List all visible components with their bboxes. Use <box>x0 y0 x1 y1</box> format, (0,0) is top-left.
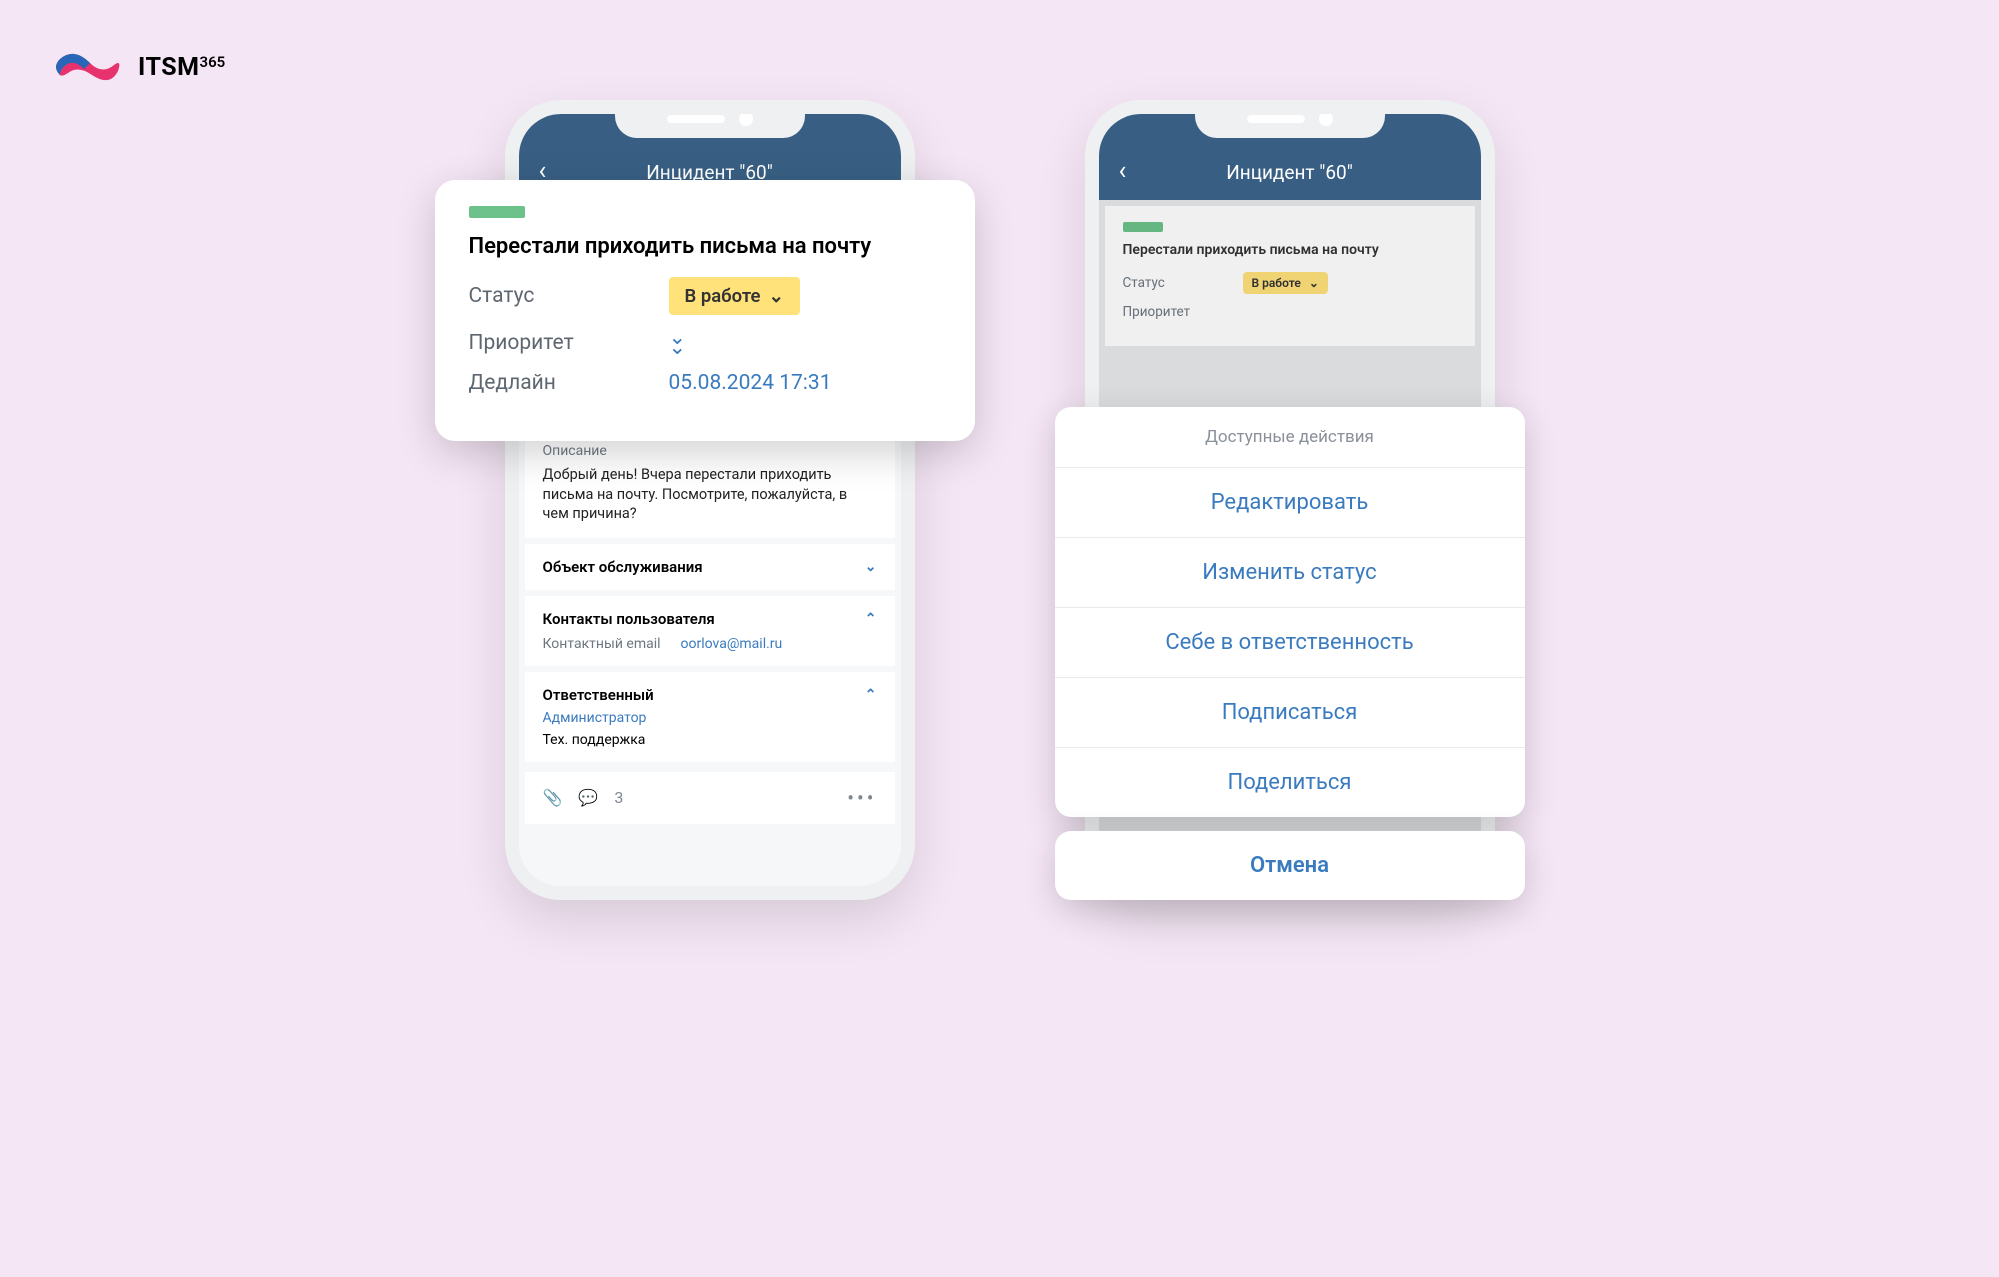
comments-count: 3 <box>614 788 623 807</box>
contact-email-value[interactable]: oorlova@mail.ru <box>681 636 783 652</box>
chevron-up-icon: ⌃ <box>865 612 877 626</box>
status-label: Статус <box>469 284 669 308</box>
action-share[interactable]: Поделиться <box>1055 748 1525 817</box>
action-take-responsibility[interactable]: Себе в ответственность <box>1055 608 1525 678</box>
chevron-down-icon: ⌄ <box>1309 276 1319 290</box>
brand-logo: ITSM365 <box>50 45 225 89</box>
priority-label: Приоритет <box>469 331 669 355</box>
highlight-card: Перестали приходить письма на почту Стат… <box>435 180 975 441</box>
deadline-value: 05.08.2024 17:31 <box>669 371 941 395</box>
cancel-button[interactable]: Отмена <box>1055 831 1525 900</box>
action-subscribe[interactable]: Подписаться <box>1055 678 1525 748</box>
ticket-title: Перестали приходить письма на почту <box>1123 242 1457 258</box>
status-pill-icon <box>469 206 525 218</box>
section-responsible-label: Ответственный <box>543 686 654 704</box>
more-icon[interactable]: ••• <box>847 786 876 810</box>
status-value: В работе <box>1252 276 1301 290</box>
priority-label: Приоритет <box>1123 304 1243 320</box>
logo-text: ITSM365 <box>138 53 225 82</box>
paperclip-icon[interactable]: 📎 <box>543 788 563 807</box>
logo-icon <box>50 45 128 89</box>
status-badge[interactable]: В работе ⌄ <box>1243 272 1328 294</box>
section-contacts-label: Контакты пользователя <box>543 610 715 628</box>
chevron-down-icon: ⌄ <box>865 560 877 574</box>
description-label: Описание <box>543 443 877 459</box>
priority-icon: ⌄⌄ <box>669 333 941 354</box>
section-object[interactable]: Объект обслуживания ⌄ <box>525 544 895 590</box>
phone-notch <box>1195 100 1385 138</box>
chevron-down-icon: ⌄ <box>769 285 785 307</box>
status-pill-icon <box>1123 222 1163 232</box>
section-responsible[interactable]: Ответственный ⌃ Администратор Тех. подде… <box>525 672 895 762</box>
sheet-header: Доступные действия <box>1055 407 1525 468</box>
phone-notch <box>615 100 805 138</box>
section-object-label: Объект обслуживания <box>543 558 703 576</box>
comment-icon[interactable]: 💬 <box>578 788 598 807</box>
card-footer: 📎 💬 3 ••• <box>525 772 895 824</box>
section-contacts[interactable]: Контакты пользователя ⌃ Контактный email… <box>525 596 895 666</box>
action-change-status[interactable]: Изменить статус <box>1055 538 1525 608</box>
action-edit[interactable]: Редактировать <box>1055 468 1525 538</box>
nav-title: Инцидент "60" <box>1099 161 1481 184</box>
deadline-label: Дедлайн <box>469 371 669 395</box>
action-sheet: Доступные действия Редактировать Изменит… <box>1055 407 1525 900</box>
description-text: Добрый день! Вчера перестали приходить п… <box>543 465 877 524</box>
responsible-team: Тех. поддержка <box>543 732 877 748</box>
responsible-link[interactable]: Администратор <box>543 710 647 726</box>
chevron-up-icon: ⌃ <box>865 688 877 702</box>
ticket-card-dimmed: Перестали приходить письма на почту Стат… <box>1105 206 1475 346</box>
ticket-title: Перестали приходить письма на почту <box>469 234 941 259</box>
status-badge[interactable]: В работе ⌄ <box>669 277 801 315</box>
status-label: Статус <box>1123 275 1243 291</box>
status-value: В работе <box>685 285 761 307</box>
contact-email-label: Контактный email <box>543 636 661 652</box>
